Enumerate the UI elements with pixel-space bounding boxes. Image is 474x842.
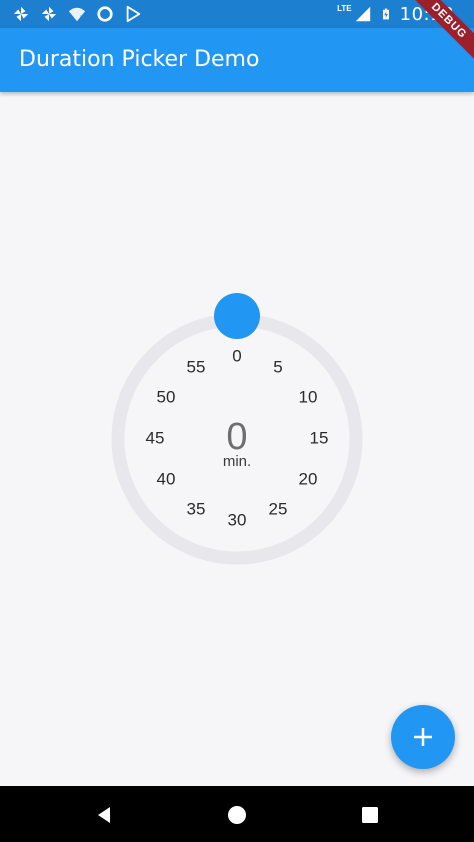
plus-icon [414,728,432,746]
debug-banner-container: DEBUG [394,0,474,80]
minute-label-45: 45 [146,428,165,447]
nav-recents-button[interactable] [359,804,381,826]
home-icon [228,806,246,824]
add-fab-button[interactable] [391,705,455,769]
minute-label-40: 40 [157,469,176,488]
minute-label-50: 50 [157,387,176,406]
recents-icon [362,807,378,823]
minute-label-30: 30 [228,510,247,529]
debug-banner: DEBUG [403,0,474,67]
minute-label-35: 35 [187,499,206,518]
minute-label-5: 5 [273,357,282,376]
minute-label-0: 0 [232,346,241,365]
minute-label-10: 10 [299,387,318,406]
duration-unit: min. [223,453,251,470]
minute-label-55: 55 [187,357,206,376]
nav-back-button[interactable] [93,804,115,826]
dial-handle[interactable] [214,293,260,339]
nav-home-button[interactable] [226,804,248,826]
back-icon [98,807,110,823]
minute-label-15: 15 [310,428,329,447]
system-nav-bar [0,786,474,842]
minute-label-25: 25 [269,499,288,518]
minute-label-20: 20 [299,469,318,488]
duration-value: 0 [226,416,247,458]
